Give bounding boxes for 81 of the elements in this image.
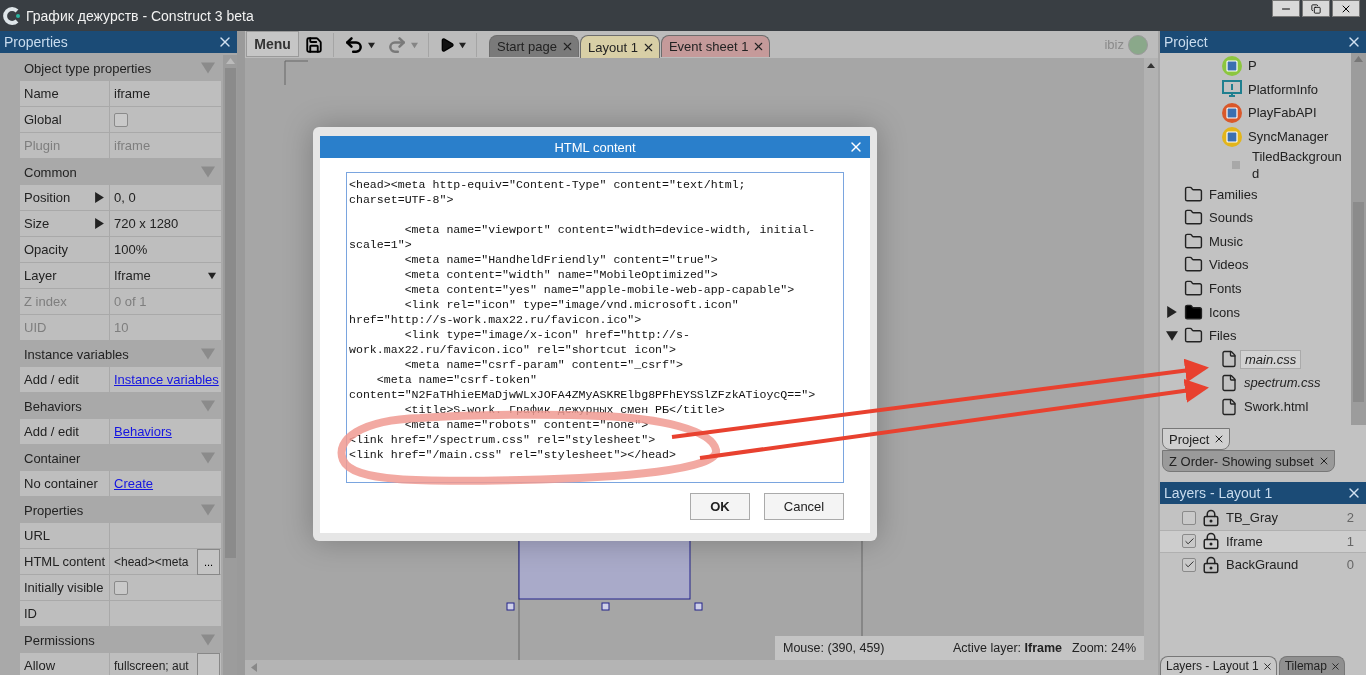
section-title[interactable]: Common — [24, 164, 77, 180]
property-label: Layer — [24, 268, 57, 283]
property-link[interactable]: Create — [114, 476, 154, 491]
tree-item[interactable]: P — [1248, 58, 1257, 74]
property-value: fullscreen; aut — [114, 658, 189, 673]
property-link[interactable]: Instance variables — [114, 372, 219, 387]
tree-item[interactable]: Videos — [1209, 257, 1249, 273]
property-label: Position — [24, 190, 71, 205]
layer-row[interactable]: BackGraund 0 — [1160, 553, 1366, 577]
tree-item[interactable]: main.css — [1240, 349, 1302, 369]
property-label: Size — [24, 216, 50, 231]
property-value: iframe — [114, 86, 151, 101]
section-title[interactable]: Behaviors — [24, 398, 82, 414]
property-label: Allow — [24, 658, 56, 673]
property-label: Global — [24, 112, 62, 127]
tree-item[interactable]: SyncManager — [1248, 129, 1329, 145]
property-label: No container — [24, 476, 98, 491]
tree-item[interactable]: PlatformInfo — [1248, 81, 1319, 97]
property-label: Initially visible — [24, 580, 104, 595]
tree-item[interactable]: Families — [1209, 186, 1258, 202]
layer-index: 2 — [1346, 510, 1354, 526]
html-content-field[interactable]: <head><meta http-equiv="Content-Type" content="text/html; charset=UTF-8"> <meta name="viewport" content="width=device-width, initial- scale=1"> <meta name="HandheldFriendly" content="true"> <meta content="width" name="MobileOptimized"> <meta content="yes" name="apple-mobile-web-app-capable"> <link rel="icon" type="image/vnd.microsoft.icon" href="http://s-work.max22.ru/favicon.ico"> <link type="image/x-icon" href="http://s- work.max22.ru/favicon.ico" rel="shortcut icon"> <meta name="csrf-param" content="_csrf"> <meta name="csrf-token" content="N2FaTHhieEMaDjwWLxJOFA4ZMyASKRElbg8PFhEYSSlZFzkATioycQ=="> <title>S-work. График дежурных смен РБ</title> <meta name="robots" content="none"> <link href="/spectrum.css" rel="stylesheet"> <link href="/main.css" rel="stylesheet"></head> — [346, 172, 844, 483]
menu-button[interactable]: Menu — [246, 31, 299, 57]
layer-index: 0 — [1346, 557, 1354, 573]
section-title[interactable]: Instance variables — [24, 346, 129, 362]
section-title[interactable]: Container — [24, 450, 81, 466]
tree-item[interactable]: spectrum.css — [1244, 375, 1321, 391]
editor-tab[interactable]: Layout 1 — [580, 35, 660, 58]
property-value: 0, 0 — [114, 190, 136, 205]
panel-title: Properties — [4, 34, 68, 50]
property-label: URL — [24, 528, 50, 543]
property-value: 720 x 1280 — [114, 216, 179, 231]
panel-title: Project — [1164, 34, 1208, 50]
section-title[interactable]: Permissions — [24, 632, 95, 648]
panel-tab[interactable]: Project — [1162, 428, 1231, 450]
layer-row[interactable]: TB_Gray 2 — [1160, 506, 1366, 530]
browse-button[interactable]: ... — [197, 549, 220, 575]
mouse-position: Mouse: (390, 459) — [783, 641, 885, 655]
active-layer: Active layer: Iframe — [953, 641, 1063, 655]
layer-name: Iframe — [1226, 533, 1264, 549]
property-label: Add / edit — [24, 372, 79, 387]
property-value: Iframe — [114, 268, 151, 283]
property-value: <head><meta — [114, 554, 189, 569]
tree-item[interactable]: Fonts — [1209, 281, 1242, 297]
property-label: HTML content — [24, 554, 106, 569]
property-label: Name — [24, 86, 59, 101]
section-title[interactable]: Object type properties — [24, 60, 152, 76]
panel-tab[interactable]: Z Order- Showing subset — [1162, 450, 1335, 472]
layer-name: TB_Gray — [1226, 510, 1279, 526]
property-label: UID — [24, 320, 47, 335]
property-label: Add / edit — [24, 424, 79, 439]
property-label: Z index — [24, 294, 67, 309]
tree-item[interactable]: Swork.html — [1244, 399, 1309, 414]
property-link[interactable]: Behaviors — [114, 424, 172, 439]
dialog-title: HTML content — [554, 139, 636, 155]
tree-item[interactable]: Sounds — [1209, 210, 1254, 226]
tree-item[interactable]: TiledBackground — [1252, 148, 1342, 183]
dialog-button[interactable]: OK — [690, 493, 750, 520]
layer-name: BackGraund — [1226, 557, 1300, 573]
section-title[interactable]: Properties — [24, 502, 84, 518]
property-value: 100% — [114, 242, 148, 257]
property-label: Opacity — [24, 242, 69, 257]
panel-tab[interactable]: Tilemap — [1278, 656, 1345, 675]
property-label: Plugin — [24, 138, 61, 153]
layer-index: 1 — [1346, 533, 1354, 549]
panel-tab[interactable]: Layers - Layout 1 — [1160, 656, 1277, 675]
property-label: ID — [24, 606, 37, 621]
zoom-level: Zoom: 24% — [1072, 641, 1136, 655]
editor-tab[interactable]: Event sheet 1 — [660, 35, 771, 57]
layer-row[interactable]: Iframe 1 — [1160, 529, 1366, 553]
tree-item[interactable]: Files — [1209, 328, 1237, 344]
dialog-button[interactable]: Cancel — [764, 493, 844, 520]
property-value: 10 — [114, 320, 129, 335]
tree-item[interactable]: Music — [1209, 233, 1243, 249]
property-value: 0 of 1 — [114, 294, 147, 309]
tree-item[interactable]: PlayFabAPI — [1248, 105, 1317, 121]
panel-title: Layers - Layout 1 — [1164, 485, 1273, 501]
window-title: График дежурств - Construct 3 beta — [26, 7, 254, 24]
tree-item[interactable]: Icons — [1209, 304, 1241, 320]
editor-tab[interactable]: Start page — [489, 35, 579, 57]
property-value: iframe — [114, 138, 151, 153]
